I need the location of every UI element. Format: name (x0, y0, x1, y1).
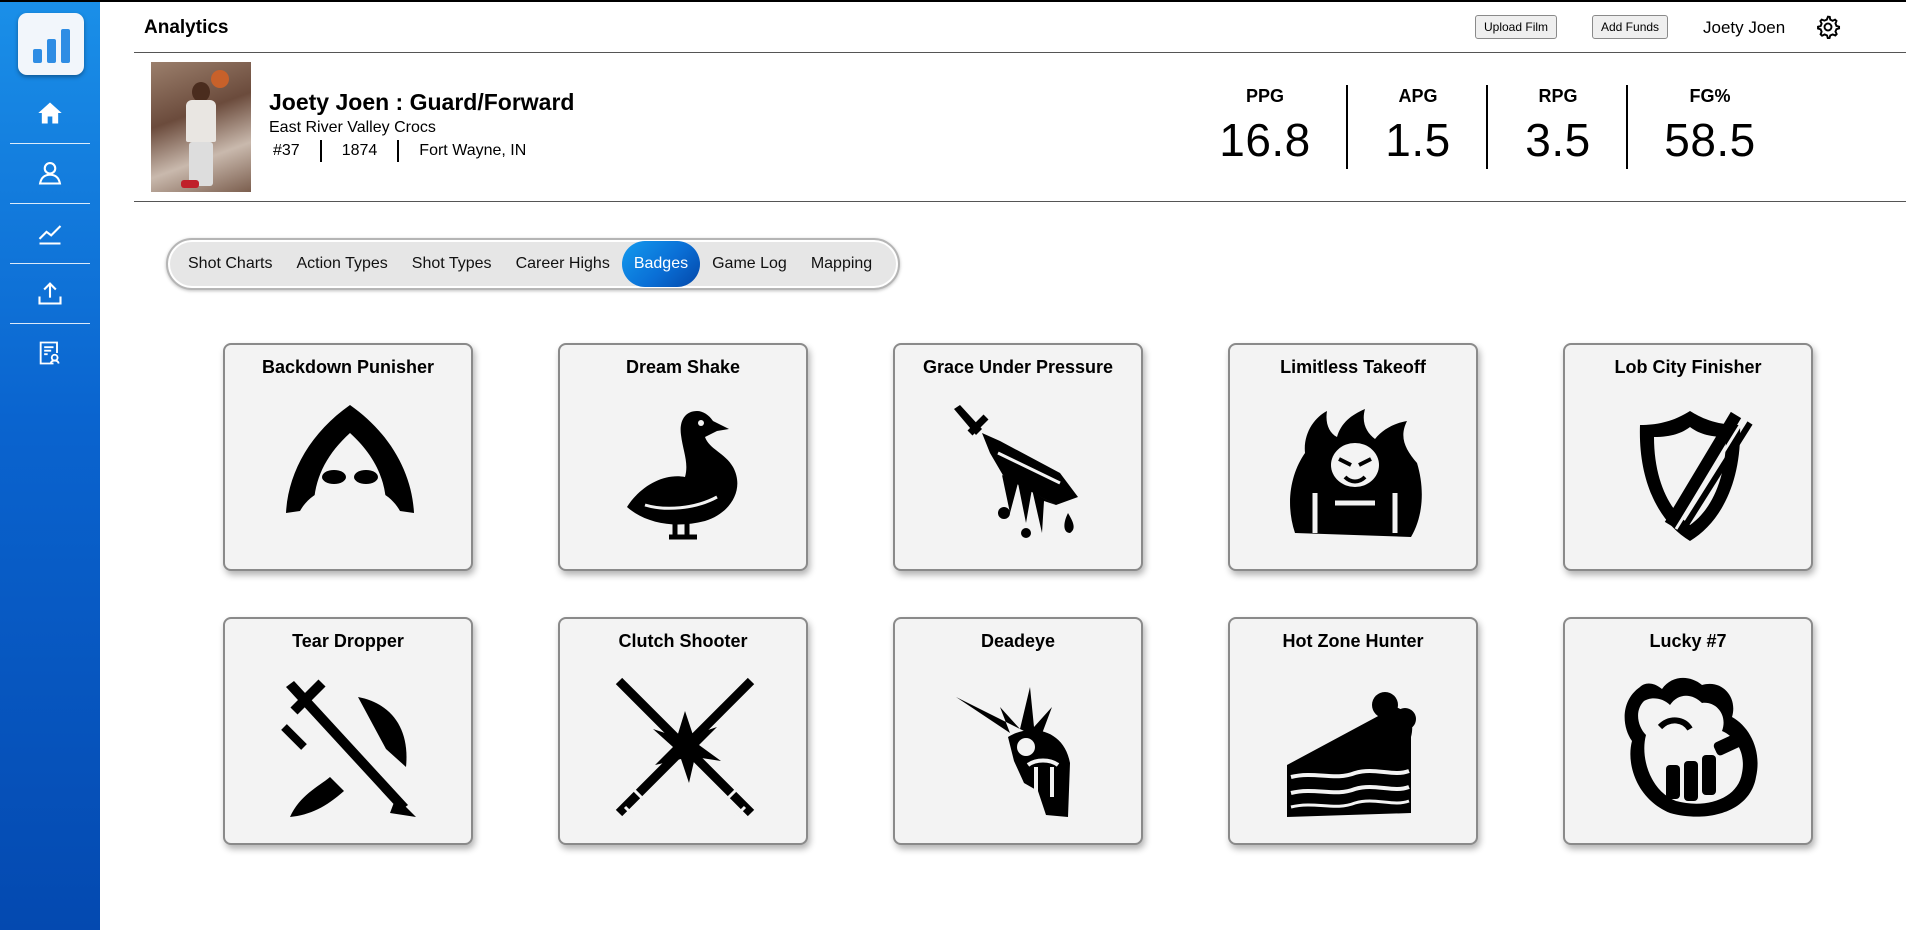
home-icon (38, 102, 62, 124)
stat-divider (1626, 85, 1628, 169)
player-card-divider (134, 201, 1906, 202)
player-meta: #37 1874 Fort Wayne, IN (269, 139, 546, 163)
badge-title: Limitless Takeoff (1280, 357, 1426, 377)
badge-title: Grace Under Pressure (922, 357, 1114, 377)
tab-shot-charts[interactable]: Shot Charts (176, 241, 284, 287)
badge-card[interactable]: Clutch Shooter (558, 617, 808, 845)
badge-title: Dream Shake (625, 357, 741, 377)
meta-divider (397, 140, 400, 162)
badge-card[interactable]: Limitless Takeoff (1228, 343, 1478, 571)
tab-career-highs[interactable]: Career Highs (504, 241, 622, 287)
tab-shot-types[interactable]: Shot Types (400, 241, 504, 287)
window-top-border (0, 0, 1906, 2)
duck-icon (627, 411, 738, 540)
tab-game-log[interactable]: Game Log (700, 241, 799, 287)
upload-icon (38, 282, 62, 305)
badge-card[interactable]: Deadeye (893, 617, 1143, 845)
sidebar-item-upload[interactable] (10, 264, 90, 322)
stat-value: 58.5 (1664, 114, 1756, 166)
add-funds-button[interactable]: Add Funds (1592, 15, 1669, 39)
stat-ppg: PPG 16.8 (1195, 86, 1335, 167)
profile-icon (38, 162, 62, 185)
cake-slice-icon (1287, 692, 1416, 817)
upload-film-button[interactable]: Upload Film (1475, 15, 1558, 39)
badge-card[interactable]: Lucky #7 (1563, 617, 1813, 845)
player-number: #37 (273, 142, 300, 159)
stat-label: FG% (1689, 86, 1731, 106)
user-name[interactable]: Joety Joen (1703, 18, 1785, 38)
badge-title: Lucky #7 (1649, 631, 1727, 651)
badge-card[interactable]: Backdown Punisher (223, 343, 473, 571)
badge-card[interactable]: Dream Shake (558, 343, 808, 571)
badge-card[interactable]: Tear Dropper (223, 617, 473, 845)
stat-fg: FG% 58.5 (1640, 86, 1780, 167)
badge-title: Lob City Finisher (1614, 357, 1762, 377)
slashed-shield-icon (1639, 411, 1753, 541)
stat-value: 16.8 (1219, 114, 1311, 166)
hood-icon (286, 405, 414, 513)
sidebar-item-stats[interactable] (10, 204, 90, 262)
app-logo-icon[interactable] (18, 13, 84, 75)
badge-title: Tear Dropper (292, 631, 404, 651)
tab-action-types[interactable]: Action Types (284, 241, 399, 287)
tab-badges[interactable]: Badges (621, 241, 701, 287)
crossed-lightsabers-icon (615, 677, 755, 819)
stat-rpg: RPG 3.5 (1488, 86, 1628, 167)
sidebar-item-reports[interactable] (10, 324, 90, 382)
chart-icon (38, 225, 62, 245)
report-icon (39, 341, 60, 365)
badge-card[interactable]: Hot Zone Hunter (1228, 617, 1478, 845)
sidebar-item-home[interactable] (10, 84, 90, 142)
badge-title: Deadeye (980, 631, 1056, 651)
player-photo (151, 62, 251, 192)
badge-title: Clutch Shooter (618, 631, 748, 651)
fire-demon-icon (1290, 409, 1422, 537)
stat-label: APG (1398, 86, 1438, 106)
badge-title: Backdown Punisher (261, 357, 435, 377)
stat-value: 1.5 (1385, 114, 1451, 166)
bleeding-blade-icon (954, 405, 1078, 538)
tab-bar: Shot Charts Action Types Shot Types Care… (166, 238, 900, 290)
badge-card[interactable]: Grace Under Pressure (893, 343, 1143, 571)
sidebar (0, 2, 100, 930)
meta-divider (319, 140, 322, 162)
flaming-fist-icon (1624, 677, 1758, 817)
header-divider (134, 52, 1906, 53)
stat-label: RPG (1538, 86, 1578, 106)
axe-sword-icon (281, 679, 416, 817)
badge-card[interactable]: Lob City Finisher (1563, 343, 1813, 571)
stat-label: PPG (1245, 86, 1284, 106)
player-name: Joety Joen : Guard/Forward (269, 89, 575, 115)
stat-apg: APG 1.5 (1348, 86, 1488, 167)
player-hometown: Fort Wayne, IN (419, 142, 527, 159)
page-title: Analytics (144, 17, 229, 38)
gear-icon[interactable] (1815, 14, 1841, 40)
tab-mapping[interactable]: Mapping (799, 241, 884, 287)
stat-value: 3.5 (1525, 114, 1591, 166)
player-id: 1874 (341, 142, 378, 159)
player-team: East River Valley Crocs (269, 119, 436, 136)
helmet-impact-icon (956, 687, 1070, 817)
badge-title: Hot Zone Hunter (1282, 631, 1424, 651)
sidebar-item-profile[interactable] (10, 144, 90, 202)
